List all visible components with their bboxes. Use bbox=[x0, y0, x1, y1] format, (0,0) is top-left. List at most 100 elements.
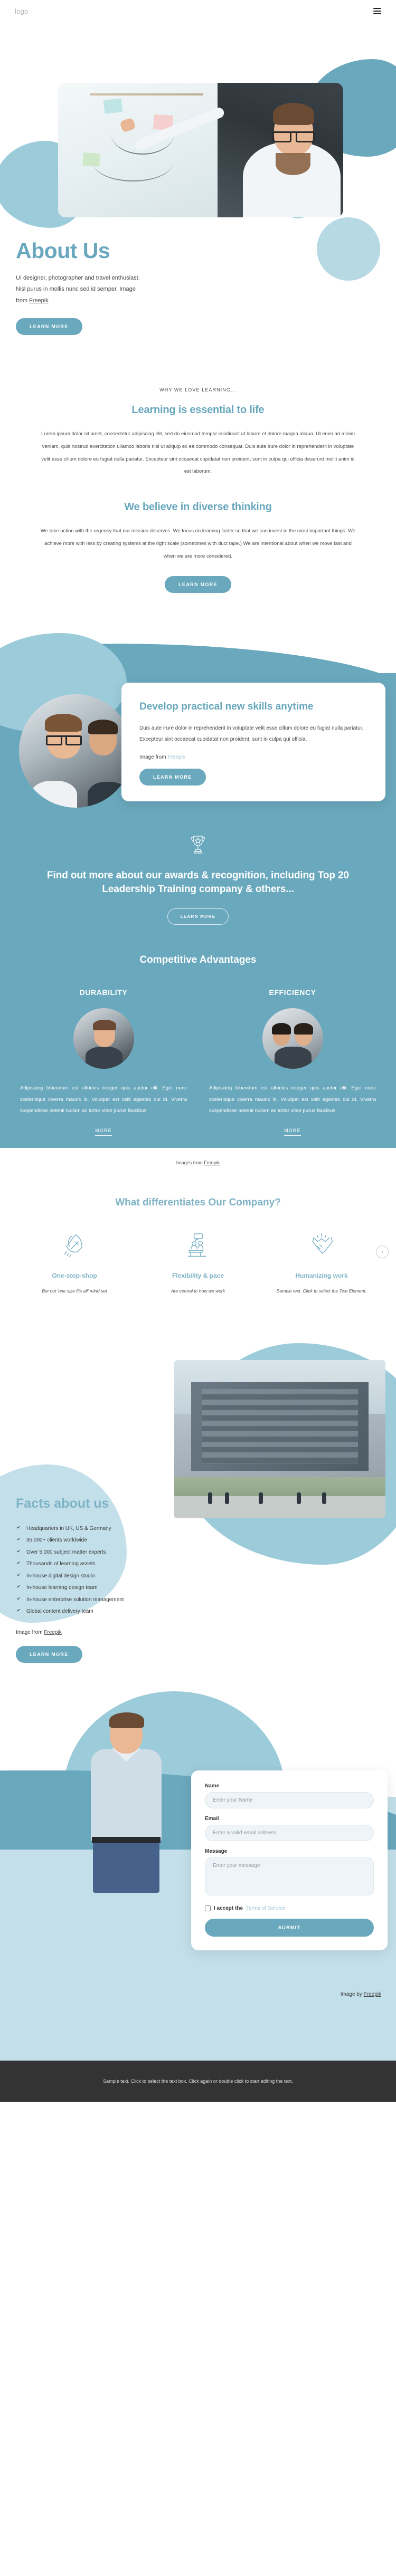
believe-title: We believe in diverse thinking bbox=[124, 501, 272, 513]
hero-description: UI designer, photographer and travel ent… bbox=[16, 273, 148, 307]
why-eyebrow: WHY WE LOVE LEARNING... bbox=[159, 387, 237, 392]
hero-freepik-link[interactable]: Freepik bbox=[29, 298, 49, 304]
hero-learn-more-button[interactable]: LEARN MORE bbox=[16, 318, 82, 336]
contact-credit: Image by Freepik bbox=[341, 1991, 381, 1997]
hero-section: About Us UI designer, photographer and t… bbox=[0, 22, 396, 360]
competitive-heading-0: DURABILITY bbox=[79, 988, 128, 997]
contact-section: Name Email Message I accept the Terms of… bbox=[0, 1691, 396, 2061]
awards-title: Find out more about our awards & recogni… bbox=[47, 870, 349, 895]
name-label: Name bbox=[205, 1783, 220, 1789]
hero-image-whiteboard bbox=[58, 83, 343, 217]
competitive-more-link-0[interactable]: MORE bbox=[95, 1128, 112, 1136]
rocket-icon bbox=[18, 1231, 131, 1260]
competitive-body-0: Adipiscing bibendum est ultricies intege… bbox=[20, 1085, 187, 1114]
facts-list: Headquarters in UK, US & Germany 35,000+… bbox=[16, 1523, 222, 1618]
differentiates-title: What differentiates Our Company? bbox=[115, 1197, 281, 1209]
believe-body: We take action with the urgency that our… bbox=[40, 528, 356, 559]
facts-title: Facts about us bbox=[16, 1496, 109, 1511]
email-field-group: Email bbox=[205, 1816, 374, 1841]
terms-row: I accept the Terms of Service bbox=[205, 1905, 374, 1911]
message-input[interactable] bbox=[205, 1857, 374, 1895]
competitive-title: Competitive Advantages bbox=[139, 954, 257, 966]
competitive-heading-1: EFFICIENCY bbox=[269, 988, 316, 997]
list-item: In-house learning design team bbox=[16, 1582, 222, 1594]
contact-form: Name Email Message I accept the Terms of… bbox=[191, 1770, 388, 1950]
skills-freepik-link[interactable]: Freepik bbox=[167, 754, 185, 760]
skills-title: Develop practical new skills anytime bbox=[139, 701, 314, 713]
differentiator-text-1: Are central to how we work bbox=[171, 1288, 225, 1294]
differentiator-item-0: One-stop-shop But not 'one size fits all… bbox=[15, 1231, 134, 1295]
skills-learn-more-button[interactable]: LEARN MORE bbox=[139, 769, 206, 786]
facts-learn-more-button[interactable]: LEARN MORE bbox=[16, 1645, 82, 1663]
skills-photo-circle bbox=[19, 694, 133, 808]
list-item: Over 5,000 subject matter experts bbox=[16, 1547, 222, 1559]
terms-of-service-link[interactable]: Terms of Service bbox=[246, 1905, 285, 1911]
page-root: logo About Us UI designer, photographer … bbox=[0, 0, 396, 2102]
site-logo[interactable]: logo bbox=[15, 7, 28, 15]
contact-credit-prefix: Image by bbox=[340, 1991, 364, 1997]
competitive-freepik-link[interactable]: Freepik bbox=[204, 1160, 220, 1165]
skills-body: Duis aute irure dolor in reprehenderit i… bbox=[139, 725, 364, 742]
differentiator-item-1: Flexibility & pace Are central to how we… bbox=[138, 1231, 258, 1295]
list-item: In-house digital design studio bbox=[16, 1571, 222, 1583]
site-footer: Sample text. Click to select the text bo… bbox=[0, 2060, 396, 2102]
page-title: About Us bbox=[16, 238, 110, 263]
facts-credit: Image from Freepik bbox=[16, 1630, 222, 1635]
competitive-body-1: Adipiscing bibendum est ultricies intege… bbox=[209, 1085, 376, 1114]
email-input[interactable] bbox=[205, 1824, 374, 1841]
facts-freepik-link[interactable]: Freepik bbox=[44, 1630, 61, 1635]
facts-section: Facts about us Headquarters in UK, US & … bbox=[0, 1333, 396, 1663]
skills-credit-prefix: Image from bbox=[139, 754, 168, 760]
why-section: WHY WE LOVE LEARNING... Learning is esse… bbox=[0, 360, 396, 483]
name-input[interactable] bbox=[205, 1792, 374, 1808]
competitive-column-efficiency: EFFICIENCY Adipiscing bibendum est ultri… bbox=[207, 988, 378, 1136]
band-content: Develop practical new skills anytime Dui… bbox=[0, 625, 396, 1165]
believe-section: We believe in diverse thinking We take a… bbox=[0, 483, 396, 593]
facts-copy: Facts about us Headquarters in UK, US & … bbox=[0, 1333, 222, 1663]
skills-credit: Image from Freepik bbox=[139, 754, 367, 760]
differentiates-section: What differentiates Our Company? One-sto… bbox=[0, 1165, 396, 1295]
competitive-photo-1 bbox=[262, 1008, 323, 1069]
differentiator-title-0: One-stop-shop bbox=[52, 1272, 97, 1280]
awards-learn-more-button[interactable]: LEARN MORE bbox=[167, 908, 229, 925]
facts-credit-prefix: Image from bbox=[16, 1629, 44, 1635]
competitive-more-link-1[interactable]: MORE bbox=[284, 1128, 301, 1136]
why-body: Lorem ipsum dolor sit amet, consectetur … bbox=[41, 431, 355, 475]
trophy-icon bbox=[189, 834, 207, 856]
differentiator-title-1: Flexibility & pace bbox=[172, 1272, 224, 1280]
differentiator-text-2: Sample text. Click to select the Text El… bbox=[276, 1288, 367, 1294]
hamburger-menu-icon[interactable] bbox=[373, 8, 381, 14]
list-item: 35,000+ clients worldwide bbox=[16, 1535, 222, 1547]
terms-label: I accept the bbox=[214, 1905, 243, 1911]
contact-freepik-link[interactable]: Freepik bbox=[364, 1991, 381, 1997]
handshake-icon bbox=[265, 1231, 378, 1260]
list-item: Thousands of learning assets bbox=[16, 1558, 222, 1571]
believe-learn-more-button[interactable]: LEARN MORE bbox=[165, 576, 231, 593]
name-field-group: Name bbox=[205, 1783, 374, 1808]
chevron-right-icon[interactable]: › bbox=[376, 1246, 389, 1259]
meeting-icon bbox=[142, 1231, 254, 1260]
site-header: logo bbox=[0, 0, 396, 22]
hero-copy: About Us UI designer, photographer and t… bbox=[16, 238, 190, 336]
message-label: Message bbox=[205, 1848, 228, 1854]
competitive-section: Competitive Advantages DURABILITY Adipis… bbox=[0, 925, 396, 1136]
message-field-group: Message bbox=[205, 1849, 374, 1898]
blue-band: Develop practical new skills anytime Dui… bbox=[0, 625, 396, 1165]
terms-checkbox[interactable] bbox=[205, 1905, 211, 1911]
list-item: Global content delivery team bbox=[16, 1606, 222, 1618]
contact-image-person bbox=[79, 1712, 185, 1893]
differentiator-title-2: Humanizing work bbox=[295, 1272, 348, 1280]
competitive-credit: Images from Freepik bbox=[0, 1136, 396, 1165]
awards-section: Find out more about our awards & recogni… bbox=[0, 801, 396, 925]
skills-card: Develop practical new skills anytime Dui… bbox=[121, 683, 385, 801]
differentiator-text-0: But not 'one size fits all' mind-set bbox=[42, 1288, 107, 1294]
list-item: Headquarters in UK, US & Germany bbox=[16, 1523, 222, 1535]
competitive-column-durability: DURABILITY Adipiscing bibendum est ultri… bbox=[18, 988, 189, 1136]
submit-button[interactable]: SUBMIT bbox=[205, 1918, 374, 1937]
competitive-photo-0 bbox=[73, 1008, 134, 1069]
footer-text: Sample text. Click to select the text bo… bbox=[103, 2078, 293, 2084]
differentiator-item-2: Humanizing work Sample text. Click to se… bbox=[262, 1231, 381, 1295]
competitive-credit-prefix: Images from bbox=[176, 1160, 204, 1166]
decorative-circle-large bbox=[317, 217, 380, 281]
why-title: Learning is essential to life bbox=[131, 404, 265, 416]
